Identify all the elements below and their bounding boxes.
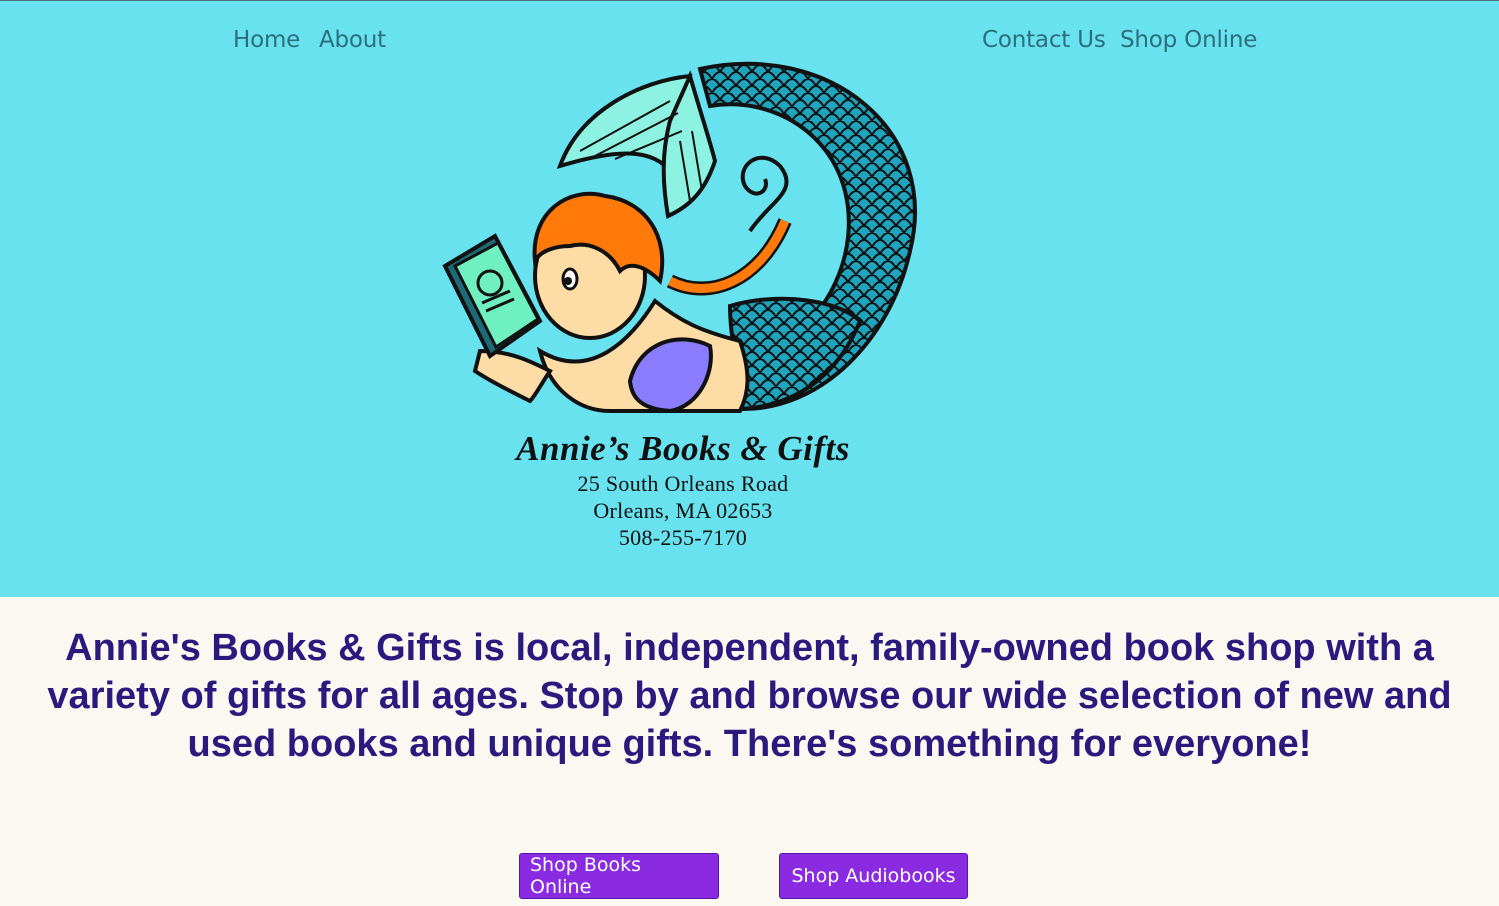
nav-shop-online-link[interactable]: Shop Online (1120, 27, 1257, 53)
shop-books-online-button[interactable]: Shop Books Online (519, 853, 719, 899)
nav-home-link[interactable]: Home (233, 27, 300, 53)
shop-audiobooks-button[interactable]: Shop Audiobooks (779, 853, 968, 899)
intro-tagline: Annie's Books & Gifts is local, independ… (47, 627, 1452, 765)
logo-shop-name: Annie’s Books & Gifts (516, 429, 850, 468)
mermaid-logo (440, 51, 920, 423)
nav-contact-link[interactable]: Contact Us (982, 27, 1106, 53)
nav-about-link[interactable]: About (319, 27, 386, 53)
hero-header: Home About Contact Us Shop Online Annie’… (0, 1, 1499, 597)
logo-phone: 508-255-7170 (618, 525, 748, 550)
logo-address-line2: Orleans, MA 02653 (593, 498, 773, 523)
logo-address-line1: 25 South Orleans Road (577, 471, 789, 496)
